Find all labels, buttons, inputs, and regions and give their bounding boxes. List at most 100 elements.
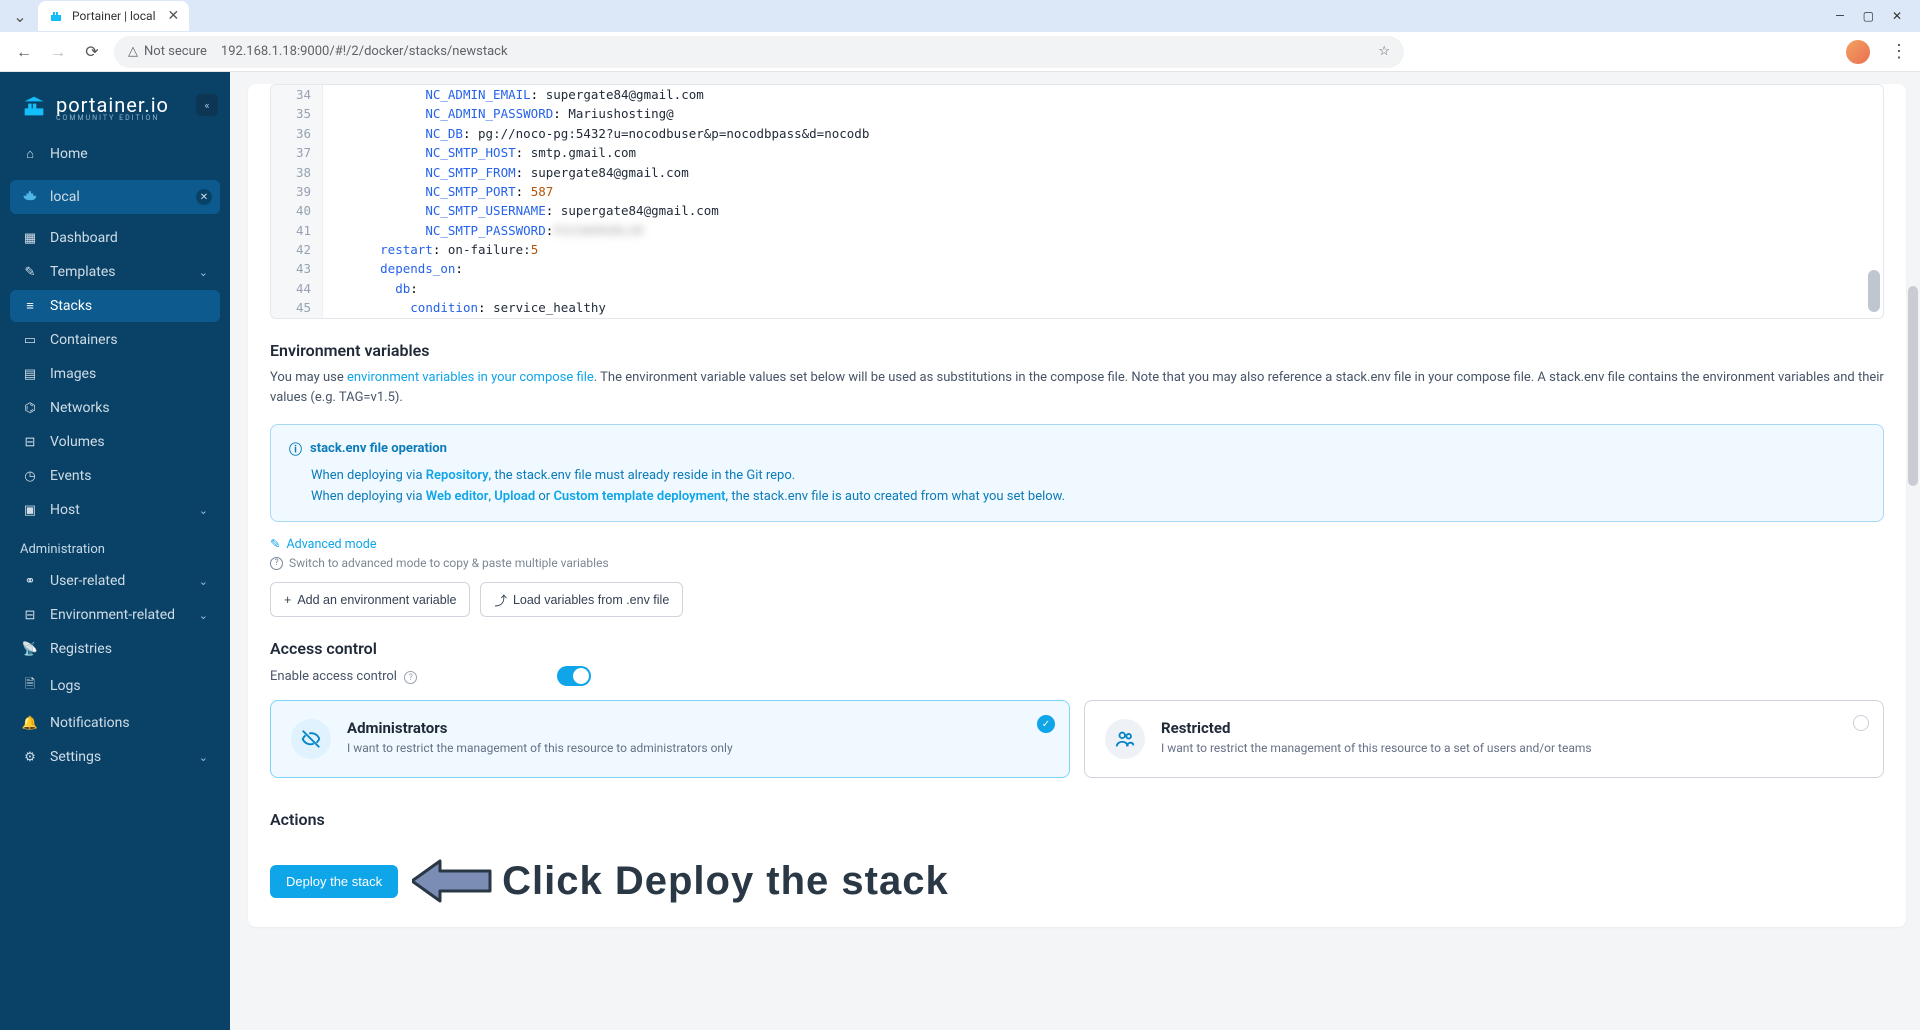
advanced-mode-link[interactable]: ✎ Advanced mode	[270, 536, 1884, 552]
sidebar-icon: 🗎	[22, 675, 38, 697]
sidebar-item-templates[interactable]: ✎ Templates ⌄	[10, 256, 220, 288]
sidebar-item-label: Registries	[50, 641, 112, 657]
url-text: 192.168.1.18:9000/#!/2/docker/stacks/new…	[221, 44, 508, 59]
env-vars-title: Environment variables	[270, 341, 1884, 360]
add-env-var-button[interactable]: + Add an environment variable	[270, 582, 470, 617]
advanced-mode-help: ? Switch to advanced mode to copy & past…	[270, 556, 1884, 570]
env-vars-desc: You may use environment variables in you…	[270, 368, 1884, 408]
sidebar-icon: ⌬	[22, 401, 38, 416]
access-card-desc: I want to restrict the management of thi…	[1161, 741, 1592, 755]
bookmark-star-icon[interactable]: ☆	[1378, 44, 1390, 59]
sidebar-item-notifications[interactable]: 🔔Notifications	[10, 707, 220, 739]
profile-avatar-icon[interactable]	[1846, 40, 1870, 64]
sidebar-item-label: Templates	[50, 264, 116, 280]
sidebar-icon: ⊟	[22, 608, 38, 623]
check-icon: ✓	[1037, 715, 1055, 733]
sidebar-item-settings[interactable]: ⚙ Settings ⌄	[10, 741, 220, 773]
sidebar-icon: ▦	[22, 231, 38, 246]
sidebar-item-images[interactable]: ▤ Images	[10, 358, 220, 390]
browser-menu-icon[interactable]: ⋮	[1890, 41, 1908, 62]
portainer-favicon-icon	[48, 8, 64, 24]
sidebar-icon: ▭	[22, 333, 38, 348]
sidebar-item-networks[interactable]: ⌬ Networks	[10, 392, 220, 424]
env-vars-doc-link[interactable]: environment variables in your compose fi…	[347, 370, 594, 385]
portainer-logo-icon	[20, 92, 48, 124]
deploy-stack-button[interactable]: Deploy the stack	[270, 865, 398, 898]
sidebar-item-user-related[interactable]: ⚭User-related⌄	[10, 565, 220, 597]
stack-env-info-box: ⓘ stack.env file operation When deployin…	[270, 424, 1884, 523]
sidebar-item-stacks[interactable]: ≡Stacks	[10, 290, 220, 322]
brand-name: portainer.io COMMUNITY EDITION	[56, 95, 169, 122]
arrow-left-icon	[412, 857, 492, 905]
collapse-sidebar-icon[interactable]: «	[196, 94, 218, 116]
sidebar-item-registries[interactable]: 📡 Registries	[10, 633, 220, 665]
chevron-down-icon: ⌄	[199, 609, 208, 622]
enable-access-label: Enable access control ?	[270, 669, 417, 685]
sidebar-item-label: Networks	[50, 400, 110, 416]
maximize-icon[interactable]: ▢	[1863, 9, 1874, 23]
access-card-desc: I want to restrict the management of thi…	[347, 741, 733, 755]
upload-icon: ⤴	[494, 590, 507, 609]
browser-tab-strip: ⌄ Portainer | local ✕ — ▢ ✕	[0, 0, 1920, 32]
forward-icon[interactable]: →	[46, 40, 70, 64]
sidebar-icon: ⚙	[22, 750, 38, 765]
callout-annotation: Click Deploy the stack	[412, 857, 949, 905]
sidebar-item-label: Events	[50, 468, 91, 484]
warning-icon: △	[128, 44, 138, 59]
editor-lines: 34 NC_ADMIN_EMAIL: supergate84@gmail.com…	[271, 85, 1883, 318]
sidebar-item-label: Host	[50, 502, 80, 518]
environment-name: local	[50, 189, 80, 205]
sidebar-item-home[interactable]: ⌂ Home	[10, 138, 220, 170]
sidebar-icon: 📡	[22, 642, 38, 657]
sidebar-item-containers[interactable]: ▭Containers	[10, 324, 220, 356]
compose-editor[interactable]: 34 NC_ADMIN_EMAIL: supergate84@gmail.com…	[270, 84, 1884, 319]
sidebar-item-logs[interactable]: 🗎Logs	[10, 667, 220, 705]
browser-tab[interactable]: Portainer | local ✕	[38, 1, 189, 31]
help-icon: ?	[270, 557, 283, 570]
sidebar-icon: ▤	[22, 367, 38, 382]
info-line-1: When deploying via Repository, the stack…	[311, 466, 1865, 487]
sidebar-item-dashboard[interactable]: ▦Dashboard	[10, 222, 220, 254]
editor-scrollbar-thumb[interactable]	[1868, 270, 1880, 312]
sidebar-item-label: Settings	[50, 749, 101, 765]
access-card-restricted[interactable]: Restricted I want to restrict the manage…	[1084, 700, 1884, 778]
sidebar-item-label: Stacks	[50, 298, 92, 314]
whale-icon	[22, 188, 40, 206]
callout-text: Click Deploy the stack	[502, 859, 949, 904]
close-environment-icon[interactable]: ✕	[196, 189, 212, 205]
sidebar-item-host[interactable]: ▣Host⌄	[10, 494, 220, 526]
address-bar[interactable]: △ Not secure 192.168.1.18:9000/#!/2/dock…	[114, 36, 1404, 68]
access-card-title: Administrators	[347, 719, 733, 737]
access-control-toggle[interactable]	[557, 666, 591, 686]
sidebar-icon: 🔔	[22, 716, 38, 731]
sidebar-icon: ⚭	[22, 574, 38, 589]
not-secure-label: Not secure	[144, 44, 207, 59]
sidebar-item-volumes[interactable]: ⊟Volumes	[10, 426, 220, 458]
chevron-down-icon: ⌄	[199, 751, 208, 764]
tab-dropdown-icon[interactable]: ⌄	[8, 4, 32, 28]
access-card-title: Restricted	[1161, 719, 1592, 737]
close-window-icon[interactable]: ✕	[1892, 9, 1902, 23]
info-title: ⓘ stack.env file operation	[289, 439, 1865, 458]
load-env-file-button[interactable]: ⤴ Load variables from .env file	[480, 582, 683, 617]
sidebar-item-label: Images	[50, 366, 96, 382]
access-card-administrators[interactable]: Administrators I want to restrict the ma…	[270, 700, 1070, 778]
back-icon[interactable]: ←	[12, 40, 36, 64]
minimize-icon[interactable]: —	[1835, 9, 1844, 23]
help-icon[interactable]: ?	[404, 671, 417, 684]
sidebar-item-label: Home	[50, 146, 88, 162]
sidebar-icon: ◷	[22, 469, 38, 484]
sidebar-item-events[interactable]: ◷ Events	[10, 460, 220, 492]
sidebar-icon: ✎	[22, 265, 38, 280]
reload-icon[interactable]: ⟳	[80, 40, 104, 64]
sidebar-logo: portainer.io COMMUNITY EDITION «	[10, 86, 220, 138]
environment-pill[interactable]: local ✕	[10, 180, 220, 214]
users-icon	[1105, 719, 1145, 759]
close-icon[interactable]: ✕	[168, 8, 180, 24]
sidebar-item-environment-related[interactable]: ⊟Environment-related⌄	[10, 599, 220, 631]
chevron-down-icon: ⌄	[199, 266, 208, 279]
main-content: 34 NC_ADMIN_EMAIL: supergate84@gmail.com…	[230, 72, 1920, 1030]
sidebar-item-label: User-related	[50, 573, 125, 589]
brand-subtitle: COMMUNITY EDITION	[56, 115, 169, 122]
window-controls: — ▢ ✕	[1835, 9, 1912, 23]
